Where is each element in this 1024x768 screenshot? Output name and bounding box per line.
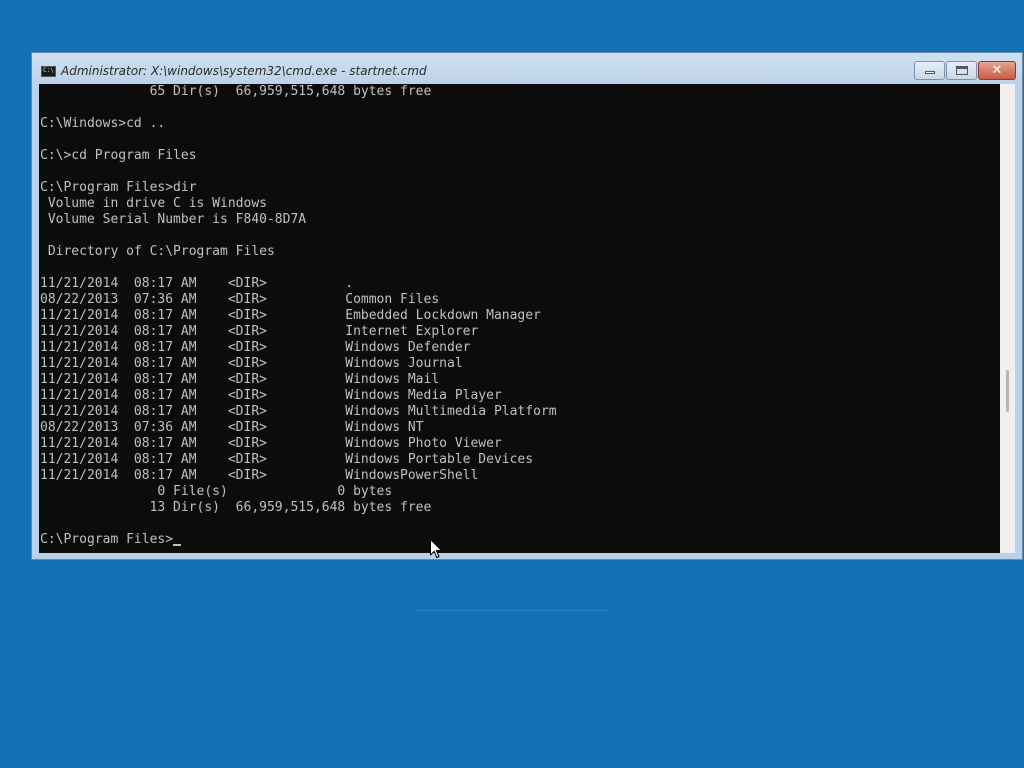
console-line: C:\Windows>cd ..	[40, 116, 166, 131]
maximize-button[interactable]	[946, 61, 977, 80]
scrollbar-thumb[interactable]	[1006, 370, 1009, 412]
console-line: 11/21/2014 08:17 AM <DIR> Windows Photo …	[40, 436, 502, 451]
close-icon: ✕	[991, 63, 1003, 78]
command-prompt: C:\Program Files>	[40, 532, 174, 547]
console-line: 11/21/2014 08:17 AM <DIR> Internet Explo…	[40, 324, 479, 339]
cmd-window[interactable]: C:\ Administrator: X:\windows\system32\c…	[31, 52, 1023, 560]
text-cursor	[173, 544, 182, 546]
console-line: 13 Dir(s) 66,959,515,648 bytes free	[40, 500, 432, 515]
console-app-icon[interactable]: C:\	[41, 66, 56, 77]
close-button[interactable]: ✕	[978, 61, 1016, 80]
console-line: 11/21/2014 08:17 AM <DIR> Windows Portab…	[40, 452, 534, 467]
console-line: Directory of C:\Program Files	[40, 244, 275, 259]
console-line: 11/21/2014 08:17 AM <DIR> Windows Mail	[40, 372, 440, 387]
console-line: C:\Program Files>dir	[40, 180, 197, 195]
console-lines: 65 Dir(s) 66,959,515,648 bytes free C:\Wi…	[40, 84, 557, 548]
console-output[interactable]: 65 Dir(s) 66,959,515,648 bytes free C:\Wi…	[39, 84, 1000, 553]
console-line: 11/21/2014 08:17 AM <DIR> Windows Multim…	[40, 404, 557, 419]
console-line: 11/21/2014 08:17 AM <DIR> WindowsPowerSh…	[40, 468, 479, 483]
console-line: 11/21/2014 08:17 AM <DIR> Windows Media …	[40, 388, 502, 403]
minimize-button[interactable]	[914, 61, 945, 80]
console-line: 11/21/2014 08:17 AM <DIR> Embedded Lockd…	[40, 308, 541, 323]
console-line: 08/22/2013 07:36 AM <DIR> Windows NT	[40, 420, 424, 435]
console-line: 11/21/2014 08:17 AM <DIR> .	[40, 276, 354, 291]
vertical-scrollbar[interactable]	[1000, 84, 1015, 553]
console-line: Volume Serial Number is F840-8D7A	[40, 212, 307, 227]
window-title: Administrator: X:\windows\system32\cmd.e…	[61, 64, 427, 78]
console-line: Volume in drive C is Windows	[40, 196, 267, 211]
console-line: 65 Dir(s) 66,959,515,648 bytes free	[40, 84, 432, 99]
maximize-icon	[956, 66, 968, 75]
console-line: C:\>cd Program Files	[40, 148, 197, 163]
desktop-background: C:\ Administrator: X:\windows\system32\c…	[0, 0, 1024, 768]
title-bar[interactable]: C:\ Administrator: X:\windows\system32\c…	[32, 53, 1022, 84]
mouse-pointer-icon	[430, 539, 442, 558]
console-app-icon-label: C:\	[43, 67, 54, 74]
command-prompt-line[interactable]: C:\Program Files>	[40, 532, 557, 548]
desktop-divider	[416, 610, 608, 611]
console-line: 0 File(s) 0 bytes	[40, 484, 393, 499]
console-line: 11/21/2014 08:17 AM <DIR> Windows Defend…	[40, 340, 471, 355]
console-line: 08/22/2013 07:36 AM <DIR> Common Files	[40, 292, 440, 307]
minimize-icon	[925, 71, 935, 74]
console-line: 11/21/2014 08:17 AM <DIR> Windows Journa…	[40, 356, 463, 371]
